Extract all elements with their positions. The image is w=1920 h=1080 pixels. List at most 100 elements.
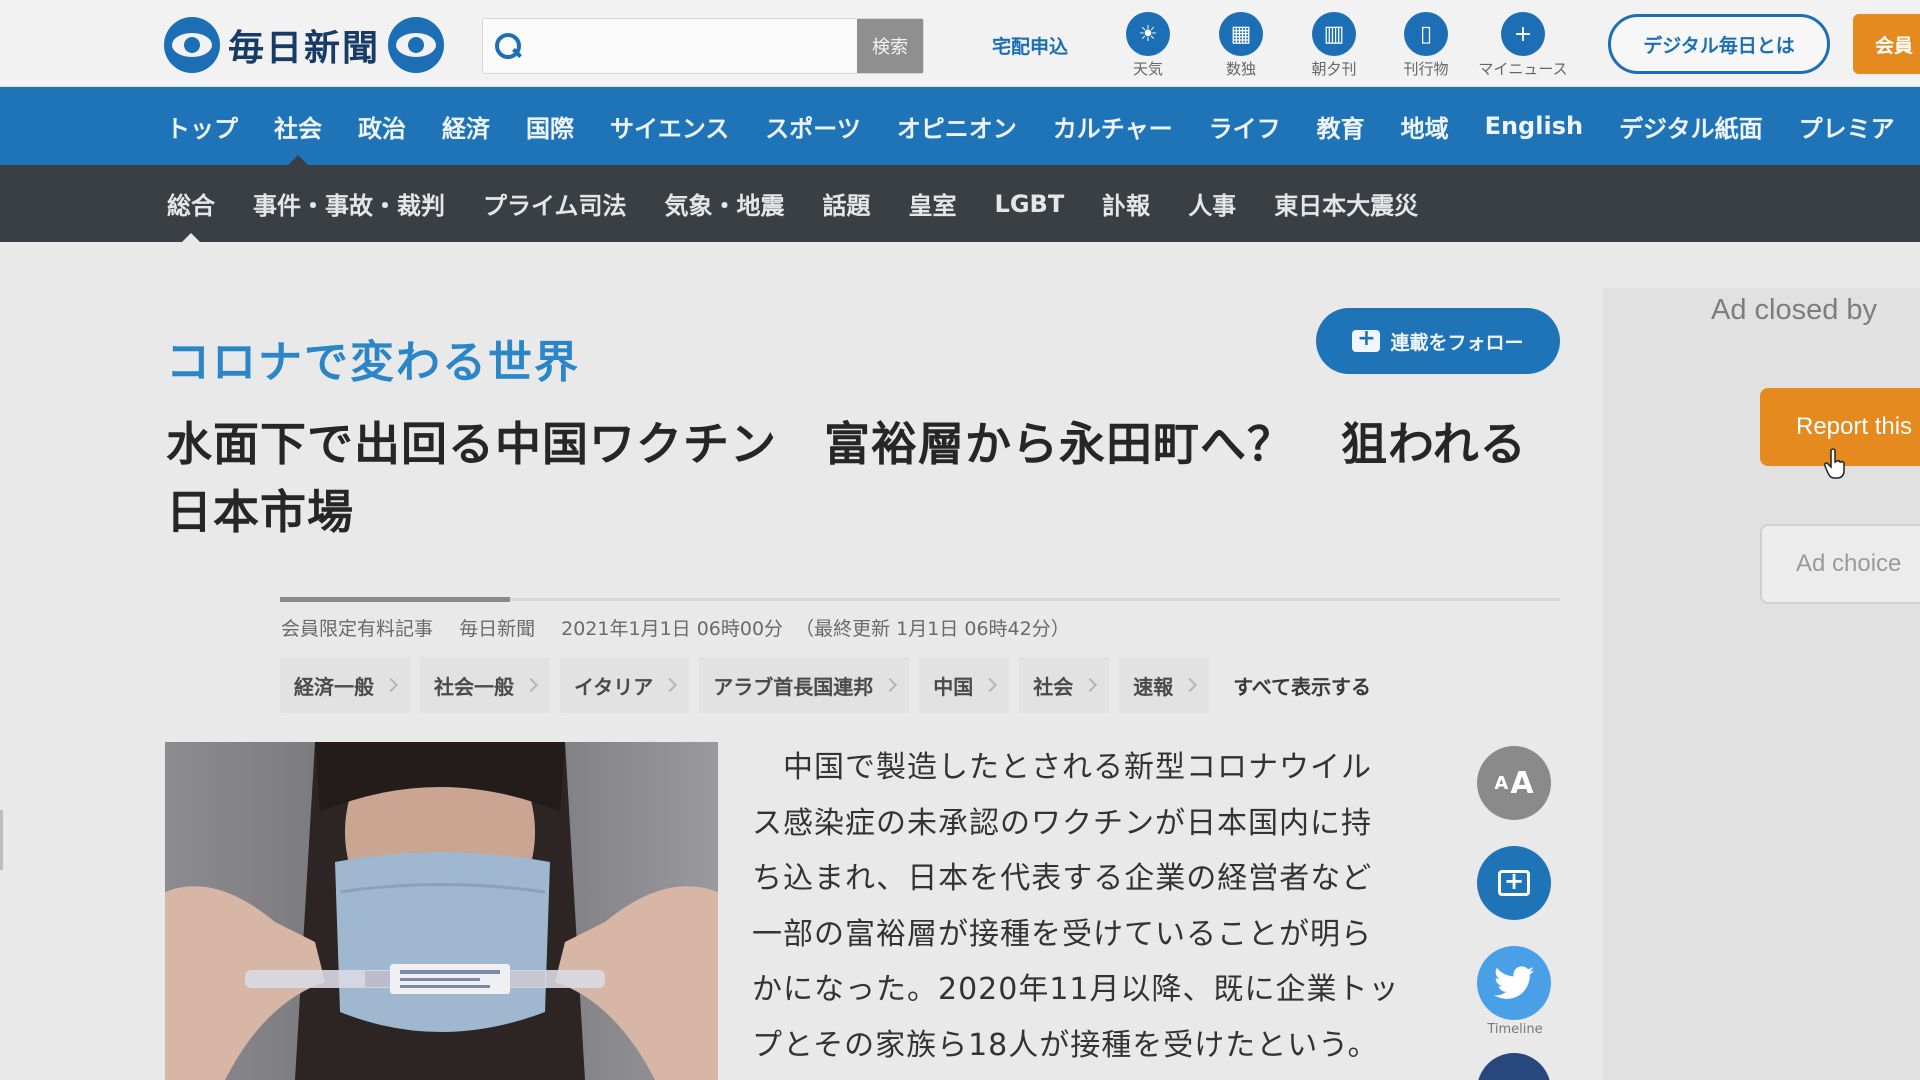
body-line: 一部の富裕層が接種を受けていることが明ら xyxy=(752,916,1372,952)
tag-label: 社会 xyxy=(1033,674,1074,699)
follow-series-label: 連載をフォロー xyxy=(1390,331,1524,354)
nav-item-life[interactable]: ライフ xyxy=(1191,87,1299,165)
weather-icon: ☀ xyxy=(1126,12,1170,56)
nav-item-top[interactable]: トップ xyxy=(148,87,256,165)
nav-item-digital-paper[interactable]: デジタル紙面 xyxy=(1601,87,1781,165)
vaccine-photo-illustration xyxy=(165,742,718,1080)
tag-item[interactable]: 社会 xyxy=(1019,657,1110,713)
header-icon-label: マイニュース xyxy=(1478,60,1568,78)
site-logo[interactable]: 毎日新聞 xyxy=(164,17,445,73)
nav-item-science[interactable]: サイエンス xyxy=(592,87,747,165)
delivery-link[interactable]: 宅配申込 xyxy=(992,32,1068,59)
show-all-tags-link[interactable]: すべて表示する xyxy=(1233,671,1371,700)
chevron-right-icon xyxy=(523,677,539,693)
nav-item-international[interactable]: 国際 xyxy=(508,87,592,165)
nav-item-opinion[interactable]: オピニオン xyxy=(879,87,1035,165)
nav-item-culture[interactable]: カルチャー xyxy=(1035,87,1191,165)
main-nav: トップ 社会 政治 経済 国際 サイエンス スポーツ オピニオン カルチャー ラ… xyxy=(0,87,1920,165)
nav-item-sports[interactable]: スポーツ xyxy=(747,87,879,165)
header-my-news[interactable]: + マイニュース xyxy=(1473,12,1573,79)
newspaper-icon: ▥ xyxy=(1312,12,1356,56)
tag-label: 中国 xyxy=(933,674,974,699)
tag-label: 速報 xyxy=(1133,674,1174,699)
subnav-item-personnel[interactable]: 人事 xyxy=(1169,165,1255,242)
article-meta: 会員限定有料記事 毎日新聞 2021年1月1日 06時00分 （最終更新 1月1… xyxy=(281,614,1090,641)
digital-mainichi-button[interactable]: デジタル毎日とは xyxy=(1608,14,1830,74)
subnav-item-prime-justice[interactable]: プライム司法 xyxy=(464,165,646,242)
tag-label: アラブ首長国連邦 xyxy=(713,674,874,699)
nav-item-english[interactable]: English xyxy=(1467,87,1601,165)
article-published: 2021年1月1日 06時00分 xyxy=(561,618,784,640)
ad-choices-button[interactable]: Ad choice xyxy=(1760,524,1920,604)
chevron-right-icon xyxy=(1083,677,1098,693)
chevron-right-icon xyxy=(983,677,998,693)
body-line: かになった。2020年11月以降、既に企業トッ xyxy=(752,972,1400,1007)
tag-item[interactable]: 中国 xyxy=(919,657,1010,713)
follow-series-button[interactable]: 連載をフォロー xyxy=(1316,308,1560,374)
subnav-item-great-east-japan-earthquake[interactable]: 東日本大震災 xyxy=(1255,165,1437,242)
subnav-item-imperial[interactable]: 皇室 xyxy=(890,165,976,242)
subnav-item-general[interactable]: 総合 xyxy=(148,165,234,243)
nav-item-premier[interactable]: プレミア xyxy=(1781,87,1913,165)
follow-article-button[interactable] xyxy=(1477,846,1551,920)
body-line: ス感染症の未承認のワクチンが日本国内に持 xyxy=(752,805,1372,841)
header-sudoku[interactable]: ▦ 数独 xyxy=(1196,12,1286,79)
body-line: ち込まれ、日本を代表する企業の経営者など xyxy=(752,861,1373,896)
header-icon-label: 刊行物 xyxy=(1403,60,1449,78)
subnav-item-topics[interactable]: 話題 xyxy=(804,165,890,242)
tag-item[interactable]: イタリア xyxy=(560,657,690,713)
header-icon-label: 朝夕刊 xyxy=(1311,60,1357,78)
chevron-right-icon xyxy=(883,677,898,693)
article-tags: 経済一般 社会一般 イタリア アラブ首長国連邦 中国 社会 速報 すべて表示する xyxy=(280,657,1371,713)
book-icon: ▯ xyxy=(1404,12,1448,56)
font-size-button[interactable]: A A xyxy=(1477,746,1551,820)
tag-label: 経済一般 xyxy=(294,674,374,699)
headline-divider-accent xyxy=(280,597,510,602)
subnav-item-weather-earthquake[interactable]: 気象・地震 xyxy=(646,165,804,242)
my-news-icon: + xyxy=(1501,12,1545,56)
subnav-item-obituaries[interactable]: 訃報 xyxy=(1083,165,1169,242)
facebook-share-button[interactable]: f xyxy=(1477,1053,1551,1080)
body-line: 中国で製造したとされる新型コロナウイル xyxy=(752,750,1372,785)
twitter-share-button[interactable] xyxy=(1477,946,1551,1020)
follow-icon xyxy=(1498,867,1530,896)
follow-icon xyxy=(1352,326,1381,352)
header-weather[interactable]: ☀ 天気 xyxy=(1103,12,1193,79)
tag-item[interactable]: 速報 xyxy=(1119,657,1210,713)
site-header: 毎日新聞 検索 宅配申込 ☀ 天気 ▦ 数独 ▥ 朝夕刊 ▯ 刊行物 + マイニ… xyxy=(0,0,1920,87)
ad-column: Ad closed by Report this Ad choice xyxy=(1603,288,1920,1080)
header-newspaper[interactable]: ▥ 朝夕刊 xyxy=(1289,12,1379,79)
logo-eye-icon xyxy=(388,17,445,73)
chevron-right-icon xyxy=(383,677,399,693)
series-title-link[interactable]: コロナで変わる世界 xyxy=(166,326,580,390)
nav-item-education[interactable]: 教育 xyxy=(1299,87,1383,165)
chevron-right-icon xyxy=(1183,677,1198,693)
search-box: 検索 xyxy=(482,18,924,74)
search-input[interactable] xyxy=(531,25,861,67)
hand-cursor-icon xyxy=(1824,448,1845,479)
twitter-bird-icon xyxy=(1494,966,1534,999)
article-updated: （最終更新 1月1日 06時42分） xyxy=(795,618,1070,640)
header-publications[interactable]: ▯ 刊行物 xyxy=(1381,12,1471,79)
article-photo[interactable] xyxy=(165,742,718,1080)
font-size-small-label: A xyxy=(1494,772,1509,794)
article-source: 毎日新聞 xyxy=(459,618,536,640)
article-type: 会員限定有料記事 xyxy=(281,618,434,640)
subnav-item-incidents[interactable]: 事件・事故・裁判 xyxy=(234,165,464,242)
tag-item[interactable]: 社会一般 xyxy=(420,657,550,713)
sub-nav: 総合 事件・事故・裁判 プライム司法 気象・地震 話題 皇室 LGBT 訃報 人… xyxy=(0,165,1920,243)
nav-item-politics[interactable]: 政治 xyxy=(340,87,424,165)
search-button[interactable]: 検索 xyxy=(857,19,923,73)
nav-item-region[interactable]: 地域 xyxy=(1383,87,1467,165)
chevron-right-icon xyxy=(663,677,678,693)
sudoku-icon: ▦ xyxy=(1219,12,1263,56)
member-button[interactable]: 会員 xyxy=(1853,14,1920,74)
logo-eye-icon xyxy=(164,17,220,73)
tag-item[interactable]: 経済一般 xyxy=(280,657,410,713)
subnav-item-lgbt[interactable]: LGBT xyxy=(976,165,1084,242)
tag-item[interactable]: アラブ首長国連邦 xyxy=(699,657,910,713)
nav-item-economy[interactable]: 経済 xyxy=(424,87,508,165)
nav-item-society[interactable]: 社会 xyxy=(256,87,340,165)
article-body: 中国で製造したとされる新型コロナウイル ス感染症の未承認のワクチンが日本国内に持… xyxy=(752,740,1422,1073)
page-edge-mark xyxy=(0,810,3,870)
